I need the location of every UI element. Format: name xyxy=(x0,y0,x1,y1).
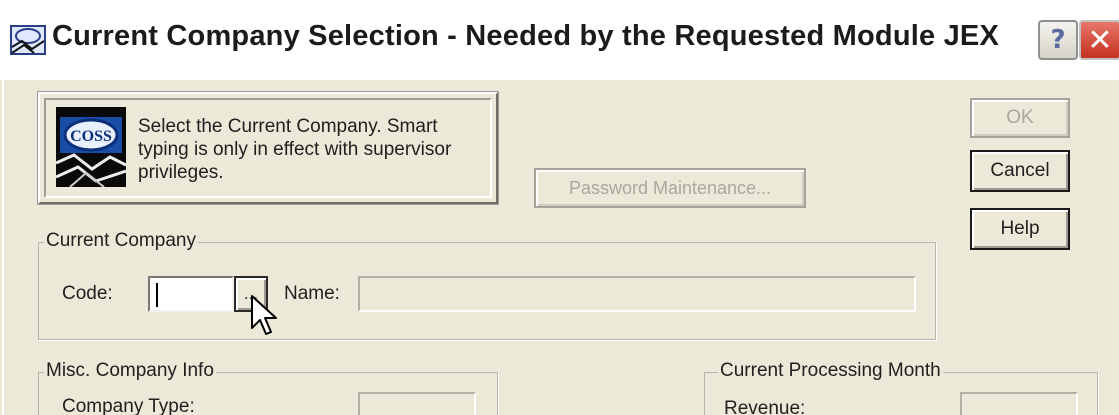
info-text: Select the Current Company. Smart typing… xyxy=(138,116,452,183)
company-type-field xyxy=(358,392,476,415)
app-icon xyxy=(10,25,46,55)
name-field xyxy=(358,276,916,312)
misc-company-info-label: Misc. Company Info xyxy=(44,360,216,382)
ok-button[interactable]: OK xyxy=(970,98,1070,138)
current-processing-month-label: Current Processing Month xyxy=(718,360,943,382)
revenue-label: Revenue: xyxy=(724,398,806,415)
password-maintenance-button[interactable]: Password Maintenance... xyxy=(534,168,806,208)
help-button[interactable]: Help xyxy=(970,208,1070,250)
dialog-window: Current Company Selection - Needed by th… xyxy=(0,0,1119,415)
close-button[interactable]: ✕ xyxy=(1079,20,1119,60)
window-title: Current Company Selection - Needed by th… xyxy=(52,20,1000,52)
cancel-button[interactable]: Cancel xyxy=(970,150,1070,192)
code-input[interactable] xyxy=(148,276,234,312)
svg-text:COSS: COSS xyxy=(70,128,112,145)
revenue-field xyxy=(960,392,1078,415)
text-caret xyxy=(156,283,158,307)
mouse-pointer-icon xyxy=(251,295,277,335)
code-label: Code: xyxy=(62,283,113,304)
company-type-label: Company Type: xyxy=(62,396,195,415)
current-company-group-label: Current Company xyxy=(44,230,198,252)
coss-logo-icon: COSS xyxy=(56,107,126,187)
title-help-button[interactable]: ? xyxy=(1038,20,1078,60)
name-label: Name: xyxy=(284,283,340,304)
title-bar[interactable]: Current Company Selection - Needed by th… xyxy=(0,0,1119,80)
